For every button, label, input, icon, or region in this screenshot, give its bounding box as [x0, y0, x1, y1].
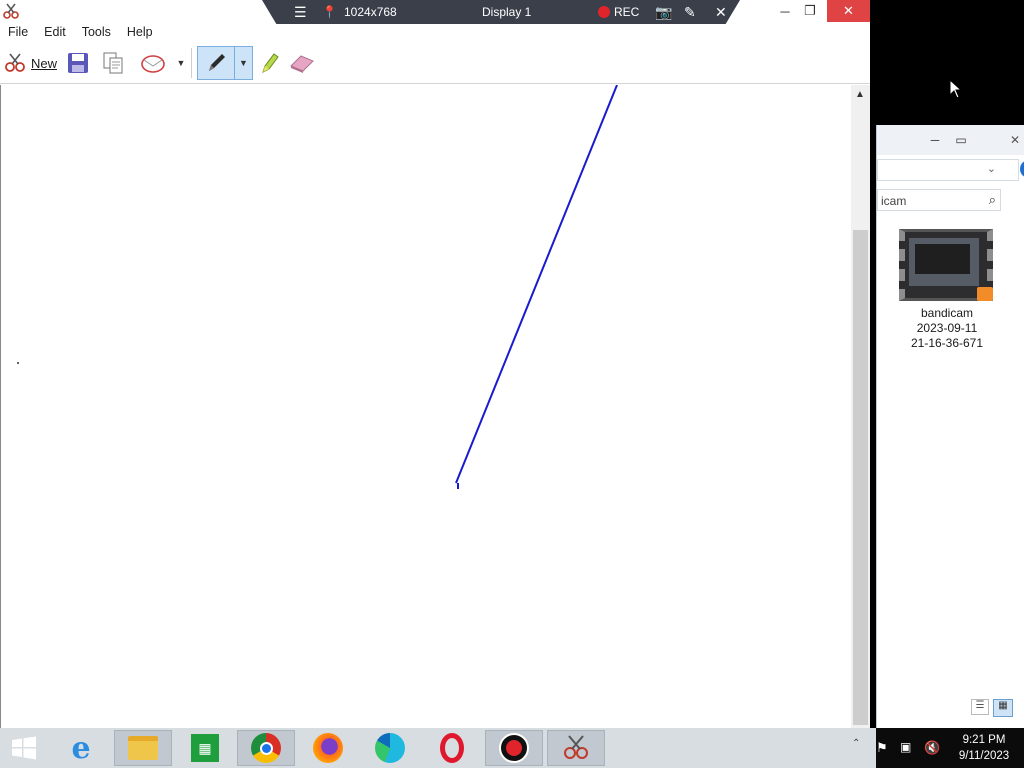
pen-strokes — [17, 85, 618, 489]
folder-icon — [128, 736, 158, 760]
scissors-icon — [3, 3, 19, 19]
action-center-flag-icon[interactable]: ⚑ — [876, 740, 888, 756]
floppy-disk-icon — [68, 53, 88, 73]
mouse-cursor-icon — [949, 79, 963, 99]
clock-time: 9:21 PM — [962, 734, 1006, 746]
resolution-label[interactable]: 1024x768 — [344, 0, 397, 24]
taskbar-internet-explorer[interactable]: e — [52, 730, 110, 766]
pin-icon[interactable]: 📍 — [322, 0, 337, 24]
restore-button[interactable]: ❐ — [801, 0, 819, 22]
scissors-icon — [5, 53, 25, 72]
file-name: bandicam — [920, 306, 974, 320]
snipping-tool-window: ─ ❐ ✕ File Edit Tools Help New ▼ ▼ ▲ — [0, 0, 870, 728]
clock-date: 9/11/2023 — [958, 750, 1010, 762]
rec-dot-icon — [598, 6, 610, 18]
taskbar-firefox[interactable] — [299, 730, 357, 766]
pen-tool-button[interactable]: ▼ — [197, 46, 253, 80]
file-date: 2023-09-11 — [916, 321, 978, 335]
pen-icon — [209, 54, 226, 71]
eraser-icon — [290, 55, 314, 73]
chrome-icon — [251, 733, 281, 763]
send-snip-button[interactable] — [136, 46, 170, 80]
pen-stroke-line — [455, 85, 618, 484]
minimize-button[interactable]: ─ — [776, 0, 794, 22]
send-envelope-icon — [141, 55, 165, 73]
drawing-canvas[interactable] — [0, 85, 851, 728]
show-hidden-icons-chevron-icon[interactable]: ⌃ — [852, 738, 860, 749]
pen-dropdown-arrow[interactable]: ▼ — [239, 58, 248, 68]
display-label[interactable]: Display 1 — [482, 0, 531, 24]
close-button[interactable]: ✕ — [827, 0, 870, 22]
copy-icon — [103, 52, 123, 74]
opera-icon — [440, 733, 464, 763]
volume-muted-icon[interactable]: 🔇 — [924, 740, 940, 756]
chevron-down-icon[interactable]: ⌄ — [987, 162, 996, 175]
start-button[interactable] — [0, 730, 48, 766]
explorer-search-input[interactable]: icam ⌕ — [877, 189, 1001, 211]
video-badge-icon — [977, 287, 993, 301]
scrollbar-thumb[interactable] — [853, 230, 868, 725]
taskbar-opera[interactable] — [423, 730, 481, 766]
send-dropdown-arrow[interactable]: ▼ — [174, 46, 188, 80]
scissors-icon — [564, 735, 588, 759]
camera-icon[interactable]: 📷 — [655, 0, 672, 24]
explorer-maximize-button[interactable]: ▭ — [951, 131, 971, 149]
eraser-button[interactable] — [288, 46, 316, 80]
bandicam-control-bar: ☰ 📍 1024x768 Display 1 REC 📷 ✎ ✕ — [262, 0, 740, 24]
explorer-close-button[interactable]: ✕ — [1003, 131, 1024, 149]
taskbar-snipping-tool[interactable] — [547, 730, 605, 766]
new-snip-button[interactable]: New — [2, 46, 58, 80]
explorer-titlebar: ─ ▭ ✕ — [877, 125, 1024, 155]
highlighter-icon — [262, 53, 279, 73]
save-button[interactable] — [64, 46, 92, 80]
file-explorer-window: ─ ▭ ✕ ⌄ ? icam ⌕ bandicam 2023-09-11 21-… — [876, 125, 1024, 728]
windows-logo-icon — [12, 736, 36, 760]
rec-label: REC — [614, 5, 640, 19]
highlighter-button[interactable] — [257, 46, 281, 80]
thumbnail-view-icon[interactable]: ▦ — [993, 699, 1013, 717]
video-thumbnail[interactable] — [899, 229, 993, 301]
ie-icon: e — [71, 730, 91, 766]
menu-edit[interactable]: Edit — [36, 25, 74, 39]
pencil-icon[interactable]: ✎ — [684, 0, 696, 24]
explorer-address-bar[interactable]: ⌄ ? — [877, 159, 1024, 181]
toolbar-divider — [191, 48, 192, 78]
file-caption[interactable]: bandicam 2023-09-11 21-16-36-671 — [891, 306, 1003, 351]
help-icon[interactable]: ? — [1020, 160, 1024, 178]
search-text: icam — [881, 194, 907, 208]
details-view-icon[interactable]: ☰ — [971, 699, 989, 715]
explorer-minimize-button[interactable]: ─ — [925, 131, 945, 149]
taskbar-store[interactable]: ▦ — [176, 730, 234, 766]
vertical-scrollbar[interactable]: ▲ — [851, 85, 870, 728]
menu-help[interactable]: Help — [119, 25, 161, 39]
edge-icon — [375, 733, 405, 763]
file-time: 21-16-36-671 — [910, 336, 984, 350]
pen-dot — [17, 362, 19, 364]
search-icon[interactable]: ⌕ — [989, 192, 996, 208]
store-icon: ▦ — [191, 734, 219, 762]
copy-button[interactable] — [99, 46, 127, 80]
toolbar: New ▼ ▼ — [0, 42, 870, 84]
menu-bar: File Edit Tools Help — [0, 22, 870, 42]
taskbar: e ▦ ⌃ ⚑ ▣ 🔇 9:21 PM 9/11/2023 — [0, 728, 1024, 768]
network-icon[interactable]: ▣ — [900, 740, 911, 754]
rec-button[interactable]: REC — [598, 0, 639, 24]
new-label: New — [30, 55, 57, 71]
scroll-up-arrow[interactable]: ▲ — [855, 89, 865, 100]
menu-tools[interactable]: Tools — [74, 25, 119, 39]
taskbar-bandicam[interactable] — [485, 730, 543, 766]
taskbar-file-explorer[interactable] — [114, 730, 172, 766]
bandicam-record-icon — [499, 733, 529, 763]
menu-icon[interactable]: ☰ — [294, 0, 307, 24]
system-tray: ⚑ ▣ 🔇 9:21 PM 9/11/2023 — [876, 728, 1024, 768]
menu-file[interactable]: File — [0, 25, 36, 39]
close-icon[interactable]: ✕ — [715, 0, 727, 24]
taskbar-chrome[interactable] — [237, 730, 295, 766]
clock[interactable]: 9:21 PM 9/11/2023 — [948, 732, 1020, 764]
firefox-icon — [313, 733, 343, 763]
taskbar-edge[interactable] — [361, 730, 419, 766]
